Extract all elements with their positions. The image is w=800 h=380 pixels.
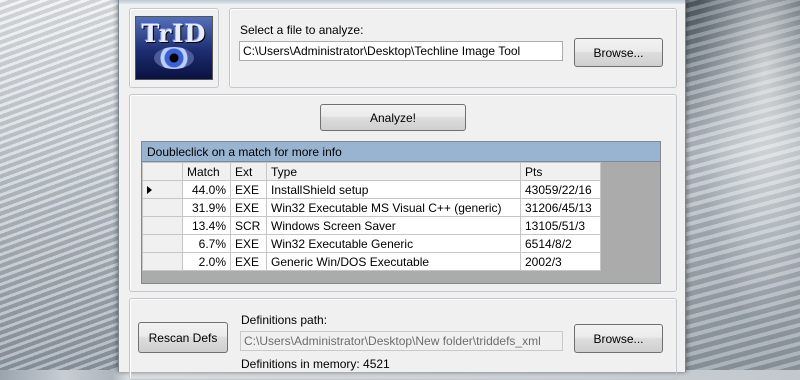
trid-logo: TrID bbox=[135, 16, 213, 80]
definitions-path-label: Definitions path: bbox=[241, 313, 328, 327]
match-cell: 31.9% bbox=[182, 198, 231, 217]
analyze-button[interactable]: Analyze! bbox=[320, 104, 466, 131]
match-cell: 2.0% bbox=[182, 252, 231, 271]
type-cell: InstallShield setup bbox=[266, 180, 521, 199]
results-caption: Doubleclick on a match for more info bbox=[142, 142, 660, 162]
column-header-ext[interactable]: Ext bbox=[230, 162, 267, 181]
pts-cell: 13105/51/3 bbox=[520, 216, 601, 235]
pts-cell: 2002/3 bbox=[520, 252, 601, 271]
type-cell: Windows Screen Saver bbox=[266, 216, 521, 235]
row-selector[interactable] bbox=[142, 198, 183, 217]
row-header-corner bbox=[142, 162, 183, 181]
column-header-pts[interactable]: Pts bbox=[520, 162, 601, 181]
row-selector[interactable] bbox=[142, 180, 183, 199]
table-row[interactable]: 13.4% SCR Windows Screen Saver 13105/51/… bbox=[142, 216, 601, 235]
type-cell: Generic Win/DOS Executable bbox=[266, 252, 521, 271]
logo-eye-icon bbox=[154, 47, 194, 69]
pts-cell: 6514/8/2 bbox=[520, 234, 601, 253]
rescan-defs-button[interactable]: Rescan Defs bbox=[138, 322, 228, 353]
definitions-path-field[interactable]: C:\Users\Administrator\Desktop\New folde… bbox=[240, 331, 563, 351]
match-cell: 13.4% bbox=[182, 216, 231, 235]
ext-cell: EXE bbox=[230, 198, 267, 217]
results-grid[interactable]: Doubleclick on a match for more info Mat… bbox=[141, 141, 661, 284]
browse-file-button[interactable]: Browse... bbox=[574, 38, 663, 67]
desktop-background-right bbox=[683, 0, 800, 370]
pts-cell: 43059/22/16 bbox=[520, 180, 601, 199]
table-row[interactable]: 2.0% EXE Generic Win/DOS Executable 2002… bbox=[142, 252, 601, 271]
file-input-group: Select a file to analyze: C:\Users\Admin… bbox=[229, 8, 677, 88]
browse-definitions-button[interactable]: Browse... bbox=[574, 324, 663, 353]
match-cell: 6.7% bbox=[182, 234, 231, 253]
file-select-group: TrID bbox=[129, 8, 219, 88]
ext-cell: EXE bbox=[230, 252, 267, 271]
desktop-background-left bbox=[0, 0, 120, 370]
definitions-memory-text: Definitions in memory: 4521 bbox=[241, 357, 390, 371]
column-header-match[interactable]: Match bbox=[182, 162, 231, 181]
table-row[interactable]: 44.0% EXE InstallShield setup 43059/22/1… bbox=[142, 180, 601, 199]
current-row-arrow-icon bbox=[147, 185, 152, 194]
type-cell: Win32 Executable Generic bbox=[266, 234, 521, 253]
ext-cell: SCR bbox=[230, 216, 267, 235]
header-row: Match Ext Type Pts bbox=[142, 162, 601, 181]
logo-text: TrID bbox=[141, 19, 207, 48]
trid-window: TrID Select a file to analyze: C:\Users\… bbox=[118, 0, 686, 380]
table-row[interactable]: 31.9% EXE Win32 Executable MS Visual C++… bbox=[142, 198, 601, 217]
file-path-field[interactable]: C:\Users\Administrator\Desktop\Techline … bbox=[239, 41, 563, 61]
ext-cell: EXE bbox=[230, 234, 267, 253]
row-selector[interactable] bbox=[142, 234, 183, 253]
column-header-type[interactable]: Type bbox=[266, 162, 521, 181]
table-row[interactable]: 6.7% EXE Win32 Executable Generic 6514/8… bbox=[142, 234, 601, 253]
row-selector[interactable] bbox=[142, 252, 183, 271]
select-file-label: Select a file to analyze: bbox=[240, 23, 364, 37]
row-selector[interactable] bbox=[142, 216, 183, 235]
type-cell: Win32 Executable MS Visual C++ (generic) bbox=[266, 198, 521, 217]
match-cell: 44.0% bbox=[182, 180, 231, 199]
pts-cell: 31206/45/13 bbox=[520, 198, 601, 217]
ext-cell: EXE bbox=[230, 180, 267, 199]
results-table: Match Ext Type Pts 44.0% EXE InstallShie… bbox=[142, 162, 601, 271]
